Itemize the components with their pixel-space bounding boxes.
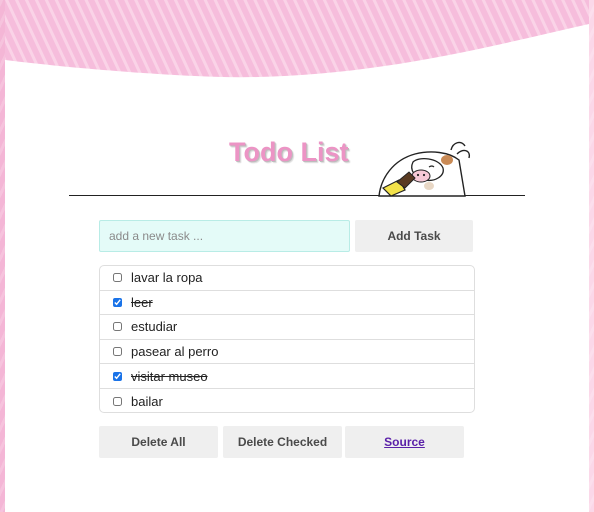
task-label: lavar la ropa [131, 270, 203, 286]
task-checkbox[interactable] [113, 273, 122, 283]
task-list: lavar la ropa leer estudiar pasear al pe… [99, 265, 475, 413]
task-checkbox[interactable] [113, 297, 122, 307]
task-checkbox[interactable] [113, 396, 122, 406]
title-row: Todo List [69, 130, 525, 197]
page-title: Todo List [229, 137, 349, 167]
delete-checked-button[interactable]: Delete Checked [223, 426, 342, 458]
action-buttons: Delete All Delete Checked Source [99, 426, 471, 458]
source-link[interactable]: Source [345, 426, 464, 458]
task-checkbox[interactable] [113, 371, 122, 381]
delete-all-button[interactable]: Delete All [99, 426, 218, 458]
list-item: bailar [100, 389, 474, 412]
task-label: leer [131, 294, 153, 310]
new-task-input[interactable] [99, 220, 350, 252]
cow-mascot-icon [378, 141, 471, 197]
list-item: lavar la ropa [100, 266, 474, 291]
task-label: visitar museo [131, 368, 208, 384]
list-item: visitar museo [100, 364, 474, 389]
task-checkbox[interactable] [113, 347, 122, 357]
add-task-button[interactable]: Add Task [355, 220, 473, 252]
task-label: pasear al perro [131, 344, 219, 360]
header-wave [5, 0, 589, 78]
list-item: estudiar [100, 315, 474, 340]
list-item: leer [100, 291, 474, 316]
task-label: estudiar [131, 319, 178, 335]
task-checkbox[interactable] [113, 322, 122, 332]
add-task-form: Add Task [99, 220, 475, 252]
task-label: bailar [131, 393, 163, 409]
app-card: Todo List Add Task [5, 0, 589, 512]
list-item: pasear al perro [100, 340, 474, 365]
